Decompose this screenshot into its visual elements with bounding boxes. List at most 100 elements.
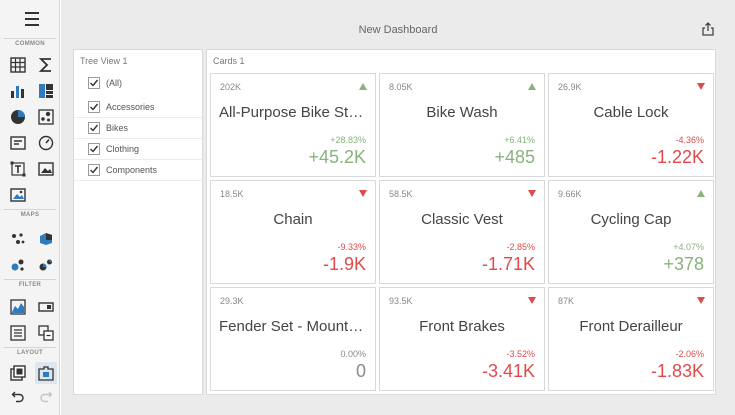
card-target-value: 8.05K — [389, 82, 413, 92]
card-percent-delta: -2.06% — [675, 349, 704, 359]
scatter-icon[interactable] — [35, 106, 57, 128]
card-title: Cable Lock — [593, 104, 669, 121]
dashboard-surface: New Dashboard Tree View 1 (All) Accessori… — [61, 0, 735, 415]
card-target-value: 202K — [220, 82, 242, 92]
image-icon[interactable] — [35, 158, 57, 180]
card-target-value: 93.5K — [389, 296, 413, 306]
trend-down-icon — [697, 297, 705, 304]
tree-item[interactable]: Components — [74, 160, 202, 181]
section-common-label: COMMON — [15, 41, 45, 47]
choropleth-map-icon[interactable] — [35, 228, 57, 250]
card-percent-delta: -9.33% — [337, 242, 366, 252]
tree-item[interactable]: Accessories — [74, 97, 202, 118]
card-target-value: 87K — [558, 296, 575, 306]
redo-icon[interactable] — [35, 385, 57, 407]
card-percent-delta: -3.52% — [506, 349, 535, 359]
card-title: Front Derailleur — [579, 318, 683, 335]
tree-item-label: Components — [106, 165, 158, 175]
card-absolute-delta: 0 — [355, 361, 366, 381]
bar-chart-icon[interactable] — [7, 80, 29, 102]
checkbox[interactable] — [88, 164, 100, 176]
text-box-icon[interactable] — [7, 158, 29, 180]
card-absolute-delta: +45.2K — [308, 147, 366, 167]
card-absolute-delta: -1.9K — [322, 254, 366, 274]
checkbox[interactable] — [88, 76, 100, 89]
card-target-value: 29.3K — [220, 296, 244, 306]
tree-item[interactable]: (All) — [74, 72, 202, 93]
card-title: Fender Set - Mountain — [219, 318, 367, 335]
kpi-card[interactable]: 9.66K Cycling Cap +4.07% +378 — [548, 180, 714, 284]
kpi-card[interactable]: 29.3K Fender Set - Mountain 0.00% 0 — [210, 287, 376, 391]
divider — [4, 347, 56, 348]
geo-point-map-icon[interactable] — [7, 228, 29, 250]
sigma-icon[interactable] — [35, 54, 57, 76]
kpi-card[interactable]: 26.9K Cable Lock -4.36% -1.22K — [548, 73, 714, 177]
toolbox: COMMON MAPS FILTER LAYOUT — [0, 0, 60, 415]
tree-item-label: Bikes — [106, 123, 129, 133]
card-percent-delta: +6.41% — [504, 135, 535, 145]
list-box-icon[interactable] — [7, 322, 29, 344]
divider — [4, 209, 56, 210]
tree-item-label: Accessories — [106, 102, 155, 112]
card-absolute-delta: +485 — [494, 147, 535, 167]
tree-view-panel: Tree View 1 (All) Accessories Bikes Clothin… — [73, 49, 203, 395]
card-target-value: 9.66K — [558, 189, 582, 199]
gauge-icon[interactable] — [35, 132, 57, 154]
trend-down-icon — [528, 297, 536, 304]
section-filter-label: FILTER — [18, 282, 42, 288]
filter-group-icon[interactable] — [35, 322, 57, 344]
kpi-card[interactable]: 8.05K Bike Wash +6.41% +485 — [379, 73, 545, 177]
pie-map-icon[interactable] — [35, 254, 57, 276]
card-title: Cycling Cap — [590, 211, 672, 228]
kpi-card[interactable]: 18.5K Chain -9.33% -1.9K — [210, 180, 376, 284]
checkbox[interactable] — [88, 122, 100, 134]
card-absolute-delta: -3.41K — [481, 361, 535, 381]
card-icon[interactable] — [7, 132, 29, 154]
menu-icon[interactable] — [22, 12, 42, 30]
card-title: Front Brakes — [419, 318, 505, 335]
card-title: Classic Vest — [421, 211, 503, 228]
trend-up-icon — [359, 83, 367, 90]
pie-chart-icon[interactable] — [7, 106, 29, 128]
treemap-icon[interactable] — [35, 80, 57, 102]
undo-icon[interactable] — [7, 385, 29, 407]
checkbox[interactable] — [88, 101, 100, 113]
card-title: All-Purpose Bike Stand — [219, 104, 367, 121]
card-title: Chain — [273, 211, 313, 228]
card-percent-delta: -4.36% — [675, 135, 704, 145]
section-layout-label: LAYOUT — [17, 350, 43, 356]
card-absolute-delta: -1.83K — [650, 361, 704, 381]
tree-item[interactable]: Bikes — [74, 118, 202, 139]
bound-image-icon[interactable] — [7, 184, 29, 206]
kpi-card[interactable]: 87K Front Derailleur -2.06% -1.83K — [548, 287, 714, 391]
combo-box-icon[interactable] — [35, 296, 57, 318]
tree-item-label: Clothing — [106, 144, 140, 154]
kpi-card[interactable]: 58.5K Classic Vest -2.85% -1.71K — [379, 180, 545, 284]
trend-down-icon — [697, 83, 705, 90]
card-title: Bike Wash — [426, 104, 498, 121]
divider — [4, 38, 56, 39]
group-icon[interactable] — [7, 362, 29, 384]
card-percent-delta: -2.85% — [506, 242, 535, 252]
card-percent-delta: 0.00% — [340, 349, 366, 359]
kpi-card[interactable]: 202K All-Purpose Bike Stand +28.83% +45.2K — [210, 73, 376, 177]
tree-item-label: (All) — [106, 77, 122, 88]
card-target-value: 26.9K — [558, 82, 582, 92]
checkbox[interactable] — [88, 143, 100, 155]
kpi-card[interactable]: 93.5K Front Brakes -3.52% -3.41K — [379, 287, 545, 391]
trend-down-icon — [359, 190, 367, 197]
tab-container-icon[interactable] — [35, 362, 57, 384]
range-filter-icon[interactable] — [7, 296, 29, 318]
divider — [4, 279, 56, 280]
trend-up-icon — [528, 83, 536, 90]
grid-icon[interactable] — [7, 54, 29, 76]
trend-down-icon — [528, 190, 536, 197]
cards-panel: Cards 1 202K All-Purpose Bike Stand +28.83… — [206, 49, 716, 395]
export-icon[interactable] — [701, 22, 717, 38]
dashboard-title[interactable]: New Dashboard — [61, 24, 735, 36]
tree-view-caption: Tree View 1 — [80, 56, 128, 66]
tree-item[interactable]: Clothing — [74, 139, 202, 160]
card-absolute-delta: -1.71K — [481, 254, 535, 274]
card-percent-delta: +4.07% — [673, 242, 704, 252]
bubble-map-icon[interactable] — [7, 254, 29, 276]
